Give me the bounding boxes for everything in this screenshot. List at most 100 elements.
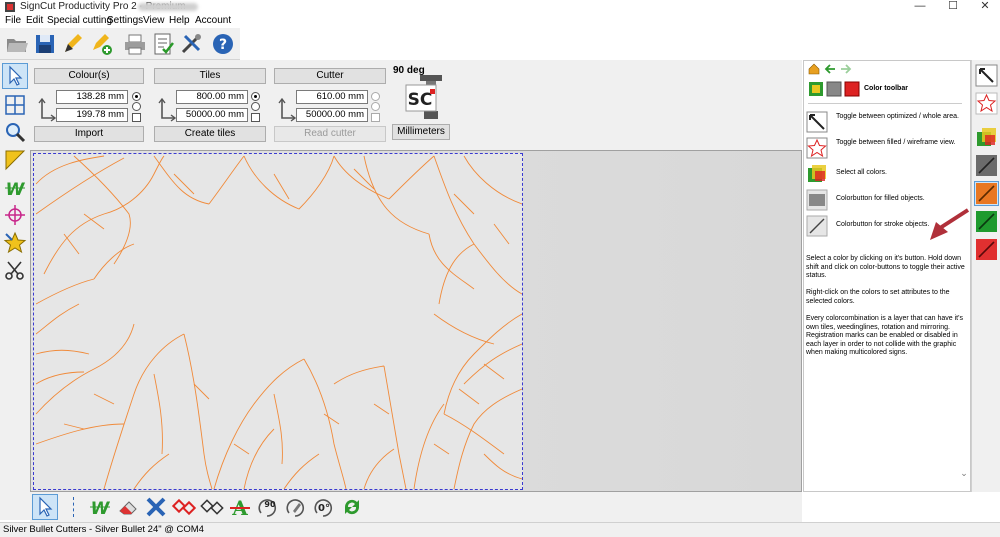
leaf-frame-artwork[interactable] — [34, 154, 522, 489]
minimize-button[interactable]: — — [905, 0, 935, 14]
maximize-button[interactable]: ☐ — [938, 0, 968, 14]
filled-colorbutton-icon — [806, 189, 828, 211]
media-page[interactable] — [33, 153, 523, 490]
color-toolbar-icons — [809, 81, 860, 97]
rotate-90-label: 90 — [264, 500, 276, 509]
cutter-header: Cutter — [274, 68, 386, 84]
pointer-icon[interactable] — [2, 63, 28, 89]
read-cutter-button[interactable]: Read cutter — [274, 126, 386, 142]
cutter-width-field[interactable]: 610.00 mm — [296, 90, 368, 104]
fill-wireframe-toggle-icon — [806, 137, 828, 159]
help-paragraph-3: Every colorcombination is a layer that c… — [806, 315, 963, 356]
tiles-radio-1[interactable] — [251, 92, 260, 101]
colours-height-field[interactable]: 199.78 mm — [56, 108, 128, 122]
design-canvas[interactable] — [30, 150, 802, 492]
open-folder-icon[interactable] — [4, 31, 30, 57]
title-bar: SignCut Productivity Pro 2 - Premium — ☐… — [0, 0, 1000, 14]
menu-account[interactable]: Account — [195, 15, 231, 27]
text-a-icon[interactable]: A — [228, 495, 252, 519]
cutter-length-field[interactable]: 50000.00 mm — [296, 108, 368, 122]
signcut-logo-icon[interactable]: SC — [402, 73, 450, 121]
logo-text: SC — [408, 90, 433, 110]
help-item-select-all: Select all colors. — [806, 163, 966, 185]
menu-special-cutting[interactable]: Special cutting — [47, 15, 112, 27]
orange-stroke-button-icon[interactable] — [974, 181, 999, 206]
help-panel: Color toolbar Toggle between optimized /… — [803, 60, 971, 492]
menu-edit[interactable]: Edit — [26, 15, 43, 27]
save-icon[interactable] — [32, 31, 58, 57]
rotate-0-icon[interactable]: 0° — [312, 495, 336, 519]
delete-x-icon[interactable] — [144, 495, 168, 519]
grid-icon[interactable] — [3, 93, 27, 117]
svg-text:?: ? — [219, 37, 227, 53]
cutter-radio-1[interactable] — [371, 92, 380, 101]
home-icon[interactable] — [808, 63, 820, 75]
gray-stroke-button-icon[interactable] — [975, 154, 998, 177]
tiles-radio-2[interactable] — [251, 102, 260, 111]
weed-w-icon[interactable]: W — [3, 176, 27, 200]
app-icon — [5, 2, 15, 12]
tiles-height-field[interactable]: 50000.00 mm — [176, 108, 248, 122]
green-stroke-button-icon[interactable] — [975, 210, 998, 233]
nodes-red-icon[interactable] — [172, 495, 196, 519]
ruler-icon[interactable] — [3, 148, 27, 172]
close-button[interactable]: ✕ — [970, 0, 1000, 14]
colours-radio-2[interactable] — [132, 102, 141, 111]
scissors-icon[interactable] — [3, 259, 27, 283]
red-stroke-button-icon[interactable] — [975, 238, 998, 261]
menu-bar: File Edit Special cutting Settings View … — [0, 14, 1000, 28]
xy-axes-icon — [38, 98, 56, 122]
colours-checkbox[interactable] — [132, 113, 141, 122]
rotate-90-icon[interactable]: 90 — [256, 495, 280, 519]
xy-axes-icon — [278, 98, 296, 122]
eraser-icon[interactable] — [116, 495, 140, 519]
help-icon[interactable]: ? — [210, 31, 236, 57]
back-arrow-icon[interactable] — [824, 64, 836, 74]
forward-arrow-icon[interactable] — [840, 64, 852, 74]
optimize-toggle-icon — [806, 111, 828, 133]
crosshair-icon[interactable] — [3, 203, 27, 227]
pointer-icon[interactable] — [32, 494, 58, 520]
colours-group: Colour(s) 138.28 mm 199.78 mm Import — [34, 68, 152, 146]
tiles-header: Tiles — [154, 68, 266, 84]
colours-radio-1[interactable] — [132, 92, 141, 101]
millimeters-button[interactable]: Millimeters — [392, 124, 450, 140]
optimize-toggle-icon[interactable] — [975, 64, 998, 87]
printer-icon[interactable] — [122, 31, 148, 57]
select-all-colors-icon[interactable] — [975, 126, 998, 149]
panel-header: Color toolbar — [864, 85, 908, 92]
checklist-icon[interactable] — [150, 31, 176, 57]
colours-width-field[interactable]: 138.28 mm — [56, 90, 128, 104]
help-paragraph-2: Right-click on the colors to set attribu… — [806, 289, 950, 305]
pen-icon[interactable] — [60, 31, 86, 57]
help-text: Colorbutton for filled objects. — [836, 195, 925, 202]
cutter-radio-2[interactable] — [371, 102, 380, 111]
help-text: Select all colors. — [836, 169, 887, 176]
nodes-outline-icon[interactable] — [200, 495, 224, 519]
weed-w-icon[interactable]: W — [88, 495, 112, 519]
help-nav — [804, 61, 970, 77]
menu-view[interactable]: View — [143, 15, 165, 27]
tiles-width-field[interactable]: 800.00 mm — [176, 90, 248, 104]
tiles-group: Tiles 800.00 mm 50000.00 mm Create tiles — [154, 68, 272, 146]
import-button[interactable]: Import — [34, 126, 144, 142]
zoom-icon[interactable] — [3, 120, 27, 144]
pen-add-icon[interactable] — [88, 31, 114, 57]
status-bar: Silver Bullet Cutters - Silver Bullet 24… — [0, 522, 1000, 537]
star-icon[interactable] — [3, 231, 27, 255]
blurred-account-name — [138, 3, 198, 11]
tiles-checkbox[interactable] — [251, 113, 260, 122]
tools-icon[interactable] — [178, 31, 204, 57]
rotate-pen-icon[interactable] — [284, 495, 308, 519]
menu-file[interactable]: File — [5, 15, 21, 27]
menu-settings[interactable]: Settings — [107, 15, 143, 27]
panel-scroll-down[interactable]: ⌄ — [958, 468, 970, 482]
left-toolbar: W — [0, 60, 30, 520]
create-tiles-button[interactable]: Create tiles — [154, 126, 266, 142]
fill-wireframe-toggle-icon[interactable] — [975, 92, 998, 115]
menu-help[interactable]: Help — [169, 15, 190, 27]
cutter-checkbox[interactable] — [371, 113, 380, 122]
pointer-arrow-annotation — [930, 208, 970, 240]
refresh-icon[interactable] — [340, 495, 364, 519]
stroke-colorbutton-icon — [806, 215, 828, 237]
